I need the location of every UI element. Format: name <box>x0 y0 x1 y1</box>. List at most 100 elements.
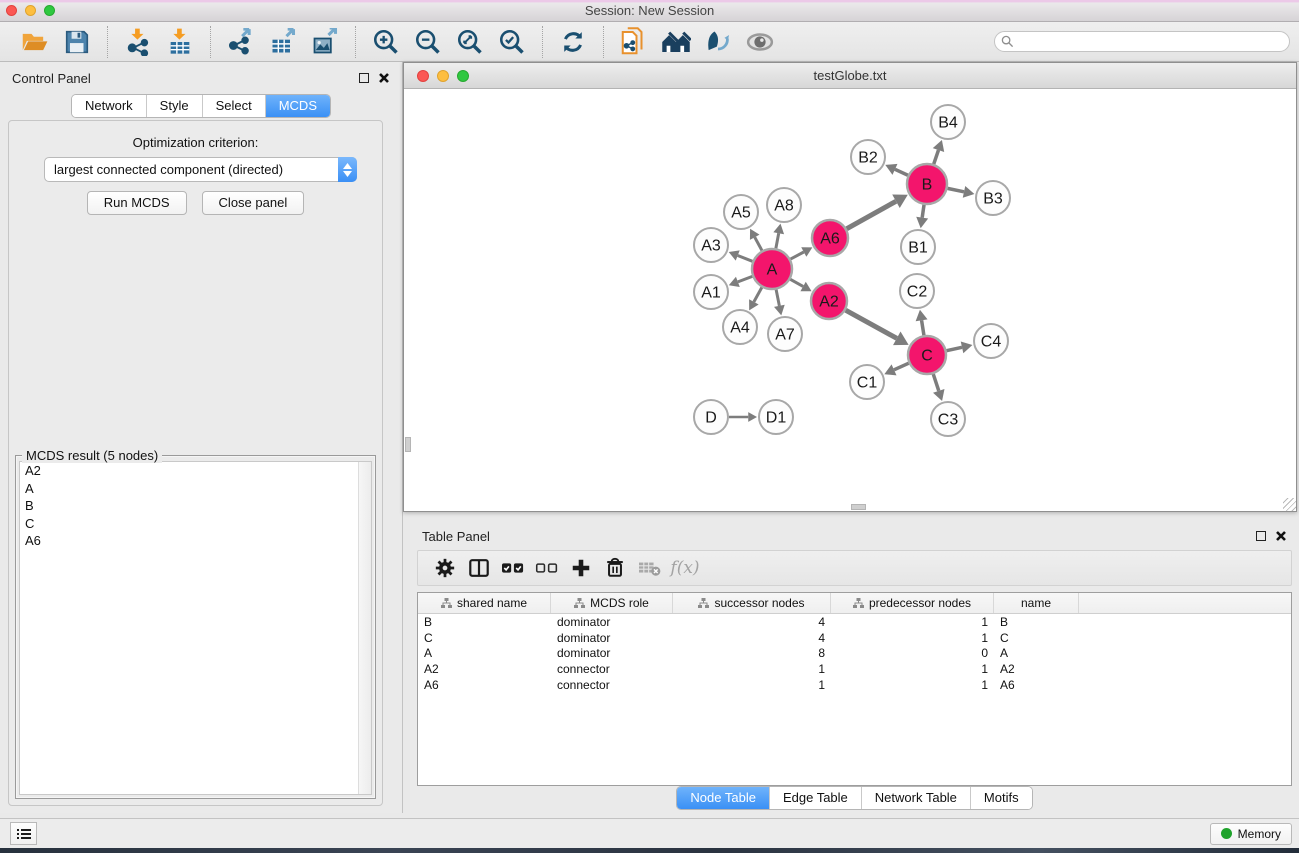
tab-style[interactable]: Style <box>146 95 202 117</box>
tab-motifs[interactable]: Motifs <box>970 787 1032 809</box>
bird-view-icon[interactable] <box>745 27 775 57</box>
zoom-in-icon[interactable] <box>371 27 401 57</box>
home-icon[interactable] <box>661 27 691 57</box>
close-panel-button[interactable]: Close panel <box>202 191 305 215</box>
column-header-shared-name[interactable]: shared name <box>418 593 551 613</box>
table-panel-title: Table Panel <box>422 529 490 544</box>
tab-select[interactable]: Select <box>202 95 265 117</box>
column-header-label: MCDS role <box>590 596 649 610</box>
result-list-item[interactable]: C <box>20 515 371 533</box>
delete-column-icon[interactable] <box>600 554 630 582</box>
graph-edge-A-A2[interactable] <box>790 279 803 286</box>
graph-edge-A-A8[interactable] <box>776 233 779 248</box>
graph-edge-A-A6[interactable] <box>791 252 804 259</box>
export-table-icon[interactable] <box>268 27 298 57</box>
control-panel: Control Panel NetworkStyleSelectMCDS Opt… <box>0 62 403 813</box>
graph-edge-B-B1[interactable] <box>922 205 924 218</box>
open-session-icon[interactable] <box>20 27 50 57</box>
table-row[interactable]: A6connector11A6 <box>418 677 1291 693</box>
zoom-out-icon[interactable] <box>413 27 443 57</box>
graph-node-label: B3 <box>983 191 1003 208</box>
graph-edge-B-B4[interactable] <box>934 150 939 164</box>
graph-edge-A-A7[interactable] <box>776 290 779 306</box>
memory-button[interactable]: Memory <box>1210 823 1292 845</box>
node-table[interactable]: shared name MCDS role successor nodesprede… <box>417 592 1292 786</box>
table-row[interactable]: A2connector11A2 <box>418 661 1291 677</box>
network-canvas[interactable]: B4B2BB3A5A8A6A3B1AA1C2A2A4A7C4CC1C3DD1 <box>404 89 1296 511</box>
tab-network[interactable]: Network <box>72 95 146 117</box>
graph-edge-A-A5[interactable] <box>755 237 762 250</box>
graph-edge-A-A4[interactable] <box>754 287 762 301</box>
canvas-vertical-scroll-thumb[interactable] <box>405 437 411 452</box>
select-all-columns-icon[interactable] <box>498 554 528 582</box>
table-cell: 8 <box>673 646 831 660</box>
result-list-item[interactable]: A <box>20 480 371 498</box>
graph-edge-A2-C[interactable] <box>846 310 897 338</box>
column-header-predecessor-nodes[interactable]: predecessor nodes <box>831 593 994 613</box>
result-list-item[interactable]: A2 <box>20 462 371 480</box>
tab-mcds[interactable]: MCDS <box>265 95 330 117</box>
criterion-dropdown[interactable]: largest connected component (directed) <box>44 157 357 182</box>
result-scrollbar[interactable] <box>358 462 371 794</box>
graph-edge-A6-B[interactable] <box>847 201 896 228</box>
graph-edge-A-A1[interactable] <box>738 276 752 281</box>
create-column-icon[interactable] <box>566 554 596 582</box>
table-cell: dominator <box>551 646 673 660</box>
graph-node-label: A5 <box>731 205 751 222</box>
import-network-icon[interactable] <box>123 27 153 57</box>
toolbar-separator <box>355 26 356 58</box>
node-table-header: shared name MCDS role successor nodesprede… <box>418 593 1291 614</box>
status-bar: Memory <box>0 818 1299 848</box>
graph-node-label: C1 <box>857 375 878 392</box>
export-network-icon[interactable] <box>226 27 256 57</box>
table-cell: dominator <box>551 631 673 645</box>
tab-edge-table[interactable]: Edge Table <box>769 787 861 809</box>
result-list-item[interactable]: B <box>20 497 371 515</box>
table-options-gear-icon[interactable] <box>430 554 460 582</box>
close-table-panel-icon[interactable] <box>1275 530 1287 542</box>
refresh-icon[interactable] <box>558 27 588 57</box>
table-cell: 1 <box>673 662 831 676</box>
table-cell: connector <box>551 678 673 692</box>
graph-edge-C-C3[interactable] <box>933 374 939 391</box>
result-list-item[interactable]: A6 <box>20 532 371 550</box>
search-input[interactable] <box>994 31 1290 52</box>
column-header-name[interactable]: name <box>994 593 1079 613</box>
save-session-icon[interactable] <box>62 27 92 57</box>
zoom-selected-icon[interactable] <box>497 27 527 57</box>
network-window-title: testGlobe.txt <box>404 68 1296 83</box>
graph-edge-C-C1[interactable] <box>894 363 909 370</box>
graph-edge-C-C4[interactable] <box>947 347 962 350</box>
column-header-successor-nodes[interactable]: successor nodes <box>673 593 831 613</box>
float-panel-icon[interactable] <box>359 73 369 83</box>
network-window-titlebar[interactable]: testGlobe.txt <box>404 63 1296 89</box>
graph-edge-B-B3[interactable] <box>948 188 964 191</box>
unselect-all-columns-icon[interactable] <box>532 554 562 582</box>
task-history-button[interactable] <box>10 822 37 845</box>
zoom-fit-icon[interactable] <box>455 27 485 57</box>
show-graphics-details-icon[interactable] <box>703 27 733 57</box>
table-row[interactable]: Bdominator41B <box>418 614 1291 630</box>
run-mcds-button[interactable]: Run MCDS <box>87 191 187 215</box>
tab-network-table[interactable]: Network Table <box>861 787 970 809</box>
table-panel-header: Table Panel <box>410 520 1299 552</box>
graph-edge-B-B2[interactable] <box>895 169 908 175</box>
control-panel-title: Control Panel <box>12 71 91 86</box>
tab-node-table[interactable]: Node Table <box>677 787 769 809</box>
export-image-icon[interactable] <box>310 27 340 57</box>
table-cell: 1 <box>831 631 994 645</box>
close-panel-icon[interactable] <box>378 72 390 84</box>
float-table-panel-icon[interactable] <box>1256 531 1266 541</box>
memory-label: Memory <box>1238 827 1281 841</box>
table-cell: 4 <box>673 615 831 629</box>
new-network-from-selection-icon[interactable] <box>619 27 649 57</box>
window-resize-grip[interactable] <box>1283 498 1296 511</box>
table-row[interactable]: Cdominator41C <box>418 630 1291 646</box>
canvas-horizontal-scroll-thumb[interactable] <box>851 504 866 510</box>
graph-edge-A-A3[interactable] <box>738 256 753 262</box>
graph-edge-C-C2[interactable] <box>922 320 924 335</box>
column-header-MCDS-role[interactable]: MCDS role <box>551 593 673 613</box>
import-table-icon[interactable] <box>165 27 195 57</box>
show-column-icon[interactable] <box>464 554 494 582</box>
table-row[interactable]: Adominator80A <box>418 646 1291 662</box>
